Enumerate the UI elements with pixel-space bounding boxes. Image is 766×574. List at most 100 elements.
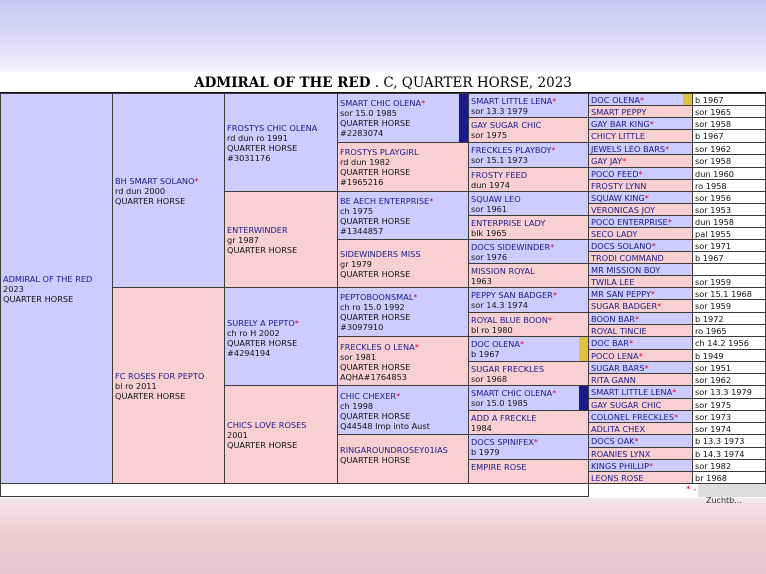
gen5-cell[interactable]: SUGAR FRECKLES sor 1968 xyxy=(468,361,589,386)
horse-name[interactable]: MR MISSION BOY xyxy=(591,265,660,275)
gen5-cell[interactable]: FRECKLES PLAYBOY* sor 15.1 1973 xyxy=(468,142,589,168)
gen3-cell[interactable]: SURELY A PEPTO* ch ro H 2002 QUARTER HOR… xyxy=(224,287,338,386)
gen4-cell[interactable]: SMART CHIC OLENA* sor 15.0 1985 QUARTER … xyxy=(337,93,469,143)
subject-horse-cell[interactable]: ADMIRAL OF THE RED 2023 QUARTER HORSE xyxy=(0,93,113,484)
horse-name[interactable]: BOON BAR xyxy=(591,314,635,324)
horse-name[interactable]: POCO LENA xyxy=(591,351,639,361)
gen5-cell[interactable]: DOCS SIDEWINDER* sor 1976 xyxy=(468,239,589,264)
horse-name[interactable]: ROYAL BLUE BOON xyxy=(471,315,548,325)
horse-name[interactable]: ADMIRAL OF THE RED xyxy=(3,274,92,284)
horse-name[interactable]: ENTERPRISE LADY xyxy=(471,218,545,228)
gen5-cell[interactable]: EMPIRE ROSE xyxy=(468,459,589,484)
horse-name[interactable]: RINGAROUNDROSEY01IAS xyxy=(340,445,448,455)
gen5-cell[interactable]: SQUAW LEO sor 1961 xyxy=(468,191,589,216)
horse-name[interactable]: DOCS SOLANO xyxy=(591,241,652,251)
dam-cell[interactable]: FC ROSES FOR PEPTO bl ro 2011 QUARTER HO… xyxy=(112,287,225,484)
horse-name[interactable]: SMART LITTLE LENA xyxy=(591,387,672,397)
gen4-cell[interactable]: PEPTOBOONSMAL* ch ro 15.0 1992 QUARTER H… xyxy=(337,287,469,337)
horse-name[interactable]: SQUAW KING xyxy=(591,193,645,203)
horse-name[interactable]: ROYAL TINCIE xyxy=(591,326,647,336)
horse-name[interactable]: BE AECH ENTERPRISE xyxy=(340,196,429,206)
gen3-cell[interactable]: CHICS LOVE ROSES 2001 QUARTER HORSE xyxy=(224,385,338,484)
horse-name[interactable]: ROANIES LYNX xyxy=(591,449,650,459)
gen5-cell[interactable]: GAY SUGAR CHIC sor 1975 xyxy=(468,117,589,143)
horse-name[interactable]: TRODI COMMAND xyxy=(591,253,664,263)
gen5-cell[interactable]: DOC OLENA* b 1967 xyxy=(468,336,589,362)
horse-name[interactable]: SMART PEPPY xyxy=(591,107,646,117)
horse-name[interactable]: ADD A FRECKLE xyxy=(471,413,536,423)
horse-name[interactable]: KINGS PHILLIP xyxy=(591,461,649,471)
gen6-name-cell[interactable]: SMART LITTLE LENA* xyxy=(588,385,693,399)
horse-name[interactable]: SIDEWINDERS MISS xyxy=(340,249,421,259)
gen6-name-cell[interactable]: CHICY LITTLE xyxy=(588,129,693,143)
gen4-cell[interactable]: SIDEWINDERS MISS gr 1979 QUARTER HORSE xyxy=(337,239,469,288)
horse-name[interactable]: FROSTYS PLAYGIRL xyxy=(340,147,419,157)
horse-name[interactable]: FC ROSES FOR PEPTO xyxy=(115,371,204,381)
horse-name[interactable]: CHIC CHEXER xyxy=(340,391,396,401)
gen3-cell[interactable]: FROSTYS CHIC OLENA rd dun ro 1991 QUARTE… xyxy=(224,93,338,192)
gen5-cell[interactable]: MISSION ROYAL 1963 xyxy=(468,263,589,288)
gen4-cell[interactable]: CHIC CHEXER* ch 1998 QUARTER HORSE Q4454… xyxy=(337,385,469,435)
gen6-name-cell[interactable]: DOCS OAK* xyxy=(588,434,693,448)
gen4-cell[interactable]: FROSTYS PLAYGIRL rd dun 1982 QUARTER HOR… xyxy=(337,142,469,192)
gen5-cell[interactable]: PEPPY SAN BADGER* sor 14.3 1974 xyxy=(468,287,589,313)
gen5-cell[interactable]: SMART CHIC OLENA* sor 15.0 1985 xyxy=(468,385,589,411)
gen5-cell[interactable]: FROSTY FEED dun 1974 xyxy=(468,167,589,192)
gen4-cell[interactable]: RINGAROUNDROSEY01IAS QUARTER HORSE xyxy=(337,434,469,484)
horse-name[interactable]: FRECKLES PLAYBOY xyxy=(471,145,551,155)
horse-name[interactable]: RITA GANN xyxy=(591,375,636,385)
horse-name[interactable]: POCO FEED xyxy=(591,169,639,179)
sire-cell[interactable]: BH SMART SOLANO* rd dun 2000 QUARTER HOR… xyxy=(112,93,225,288)
horse-name[interactable]: SMART CHIC OLENA xyxy=(340,98,421,108)
horse-name[interactable]: PEPPY SAN BADGER xyxy=(471,290,553,300)
horse-name[interactable]: COLONEL FRECKLES xyxy=(591,412,674,422)
horse-name[interactable]: BH SMART SOLANO xyxy=(115,176,195,186)
horse-name[interactable]: ADLITA CHEX xyxy=(591,424,645,434)
gen6-name-cell[interactable]: DOC BAR* xyxy=(588,336,693,350)
horse-name[interactable]: JEWELS LEO BARS xyxy=(591,144,665,154)
horse-name[interactable]: MISSION ROYAL xyxy=(471,266,535,276)
horse-name[interactable]: GAY SUGAR CHIC xyxy=(591,400,661,410)
horse-name[interactable]: DOC BAR xyxy=(591,338,629,348)
horse-name[interactable]: SQUAW LEO xyxy=(471,194,521,204)
gen5-cell[interactable]: ADD A FRECKLE 1984 xyxy=(468,410,589,435)
horse-name[interactable]: TWILA LEE xyxy=(591,277,634,287)
horse-name[interactable]: GAY JAY xyxy=(591,156,622,166)
horse-name[interactable]: CHICY LITTLE xyxy=(591,131,645,141)
gen4-cell[interactable]: FRECKLES O LENA* sor 1981 QUARTER HORSE … xyxy=(337,336,469,386)
horse-name[interactable]: FROSTY FEED xyxy=(471,170,527,180)
horse-name[interactable]: ENTERWINDER xyxy=(227,225,297,235)
horse-name[interactable]: FRECKLES O LENA xyxy=(340,342,415,352)
horse-name[interactable]: MR SAN PEPPY xyxy=(591,289,651,299)
horse-name[interactable]: VERONICAS JOY xyxy=(591,205,655,215)
horse-name[interactable]: SUGAR FRECKLES xyxy=(471,364,544,374)
horse-name[interactable]: DOC OLENA xyxy=(471,339,520,349)
horse-name[interactable]: PEPTOBOONSMAL xyxy=(340,292,413,302)
horse-name[interactable]: SUGAR BARS xyxy=(591,363,645,373)
horse-name[interactable]: SUGAR BADGER xyxy=(591,301,657,311)
gen6-name-cell[interactable]: SUGAR BADGER* xyxy=(588,299,693,313)
horse-name[interactable]: GAY SUGAR CHIC xyxy=(471,120,541,130)
gen6-name-cell[interactable]: GAY JAY* xyxy=(588,154,693,168)
horse-name[interactable]: POCO ENTERPRISE xyxy=(591,217,668,227)
horse-name[interactable]: DOC OLENA xyxy=(591,95,640,105)
horse-name[interactable]: SMART CHIC OLENA xyxy=(471,388,552,398)
gen6-name-cell[interactable]: LEONS ROSE xyxy=(588,471,693,484)
horse-name[interactable]: SMART LITTLE LENA xyxy=(471,96,552,106)
gen4-cell[interactable]: BE AECH ENTERPRISE* ch 1975 QUARTER HORS… xyxy=(337,191,469,240)
horse-name[interactable]: DOCS SPINIFEX xyxy=(471,437,534,447)
horse-name[interactable]: SECO LADY xyxy=(591,229,637,239)
horse-name[interactable]: EMPIRE ROSE xyxy=(471,462,527,472)
horse-name[interactable]: CHICS LOVE ROSES xyxy=(227,420,306,430)
gen3-cell[interactable]: ENTERWINDER gr 1987 QUARTER HORSE xyxy=(224,191,338,288)
horse-name[interactable]: SURELY A PEPTO xyxy=(227,318,295,328)
horse-name[interactable]: DOCS SIDEWINDER xyxy=(471,242,550,252)
gen5-cell[interactable]: ENTERPRISE LADY blk 1965 xyxy=(468,215,589,240)
horse-name[interactable]: GAY BAR KING xyxy=(591,119,650,129)
horse-name[interactable]: FROSTYS CHIC OLENA xyxy=(227,123,317,133)
gen5-cell[interactable]: ROYAL BLUE BOON* bl ro 1980 xyxy=(468,312,589,337)
gen5-cell[interactable]: SMART LITTLE LENA* sor 13.3 1979 xyxy=(468,93,589,118)
horse-name[interactable]: DOCS OAK xyxy=(591,436,635,446)
gen5-cell[interactable]: DOCS SPINIFEX* b 1979 xyxy=(468,434,589,460)
horse-name[interactable]: FROSTY LYNN xyxy=(591,181,646,191)
